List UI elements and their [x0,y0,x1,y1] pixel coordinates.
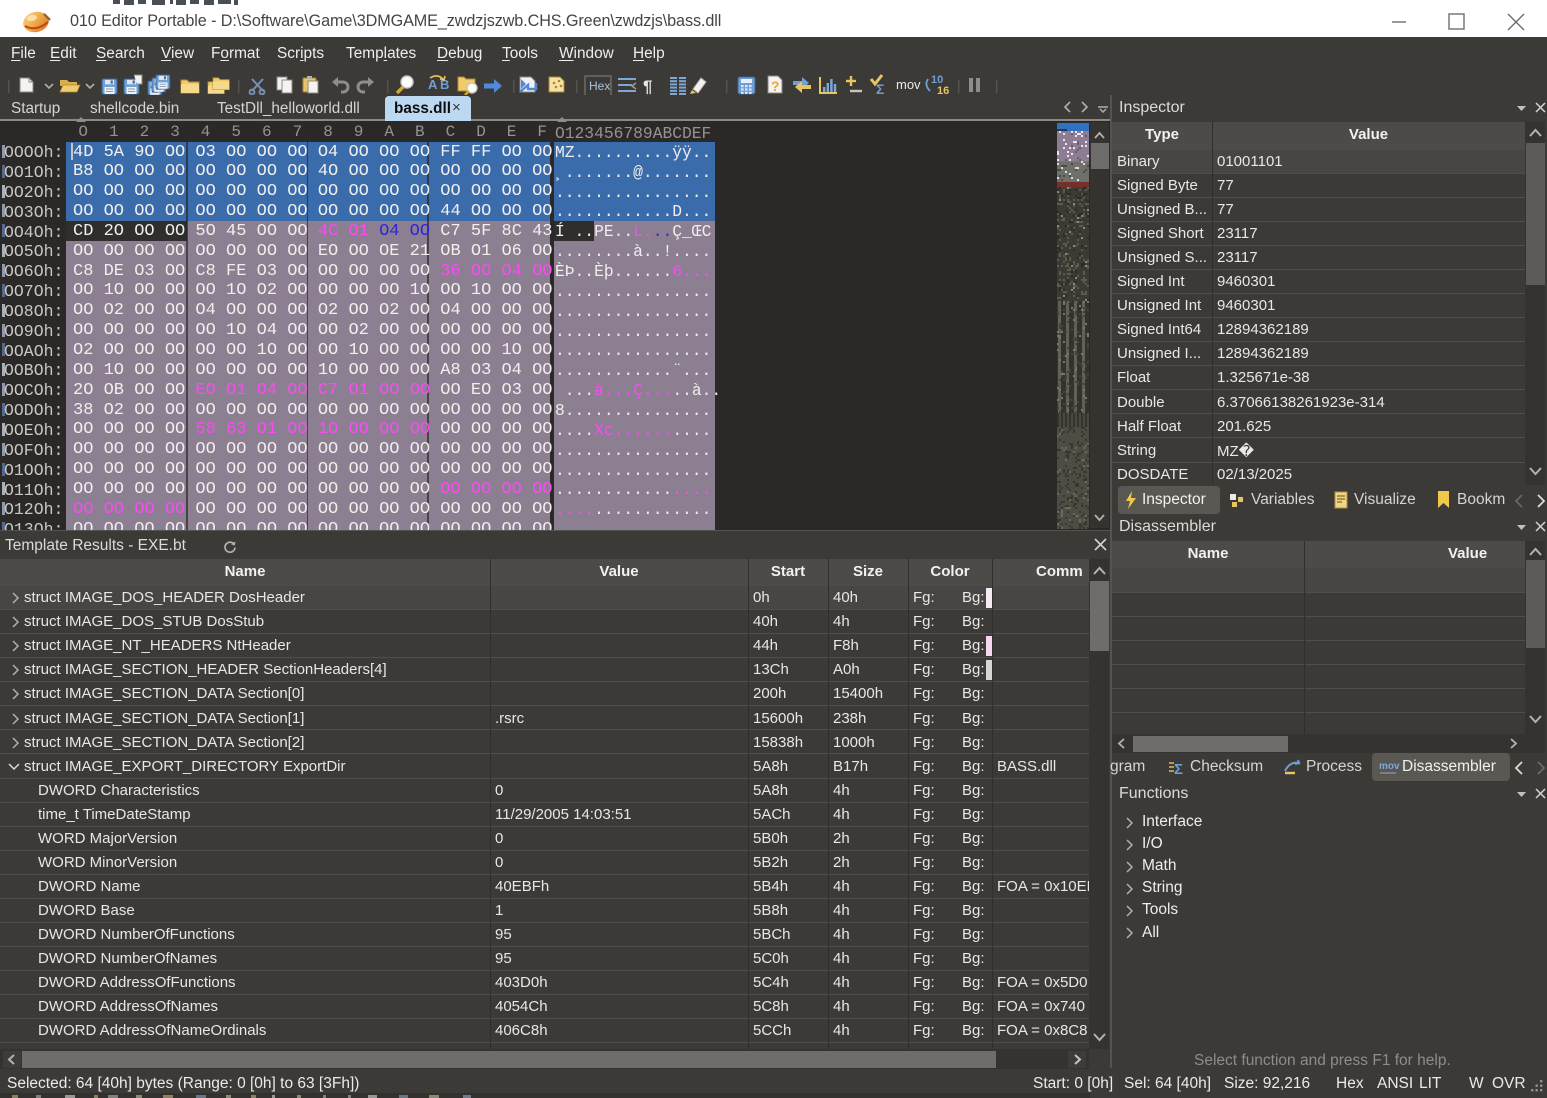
svg-text:A: A [428,77,438,92]
svg-text:Hex: Hex [589,79,610,93]
svg-text:Σ: Σ [1174,761,1183,778]
svg-text:mov: mov [896,77,921,92]
svg-text:?: ? [771,78,780,94]
svg-text:¶: ¶ [643,77,652,96]
svg-text:mov: mov [1379,761,1400,772]
